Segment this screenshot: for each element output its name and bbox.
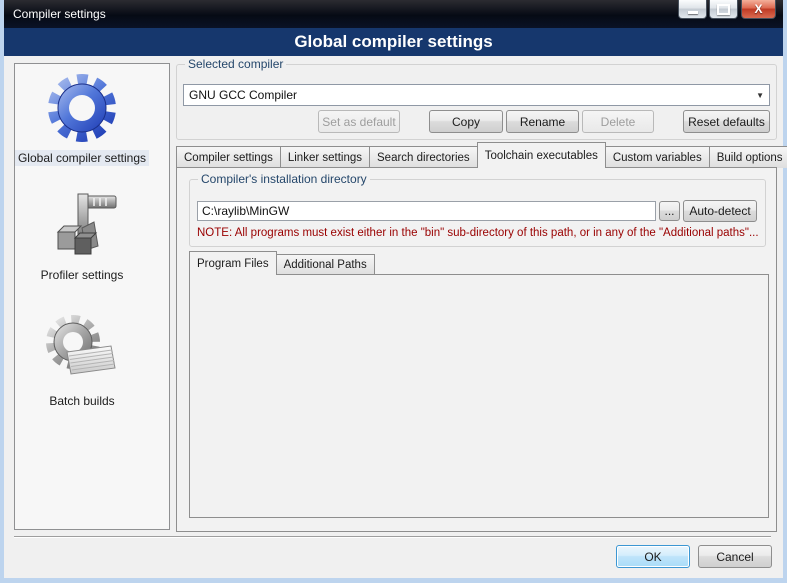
reset-defaults-button[interactable]: Reset defaults [683, 110, 770, 133]
subtab-additional-paths[interactable]: Additional Paths [276, 254, 375, 275]
compiler-select-value: GNU GCC Compiler [189, 88, 297, 102]
sidebar-label-batch-builds[interactable]: Batch builds [4, 394, 160, 408]
auto-detect-button[interactable]: Auto-detect [683, 200, 757, 222]
sidebar-label-profiler-settings[interactable]: Profiler settings [4, 268, 160, 282]
settings-tabstrip: Compiler settings Linker settings Search… [176, 143, 777, 168]
minimize-icon [688, 11, 698, 14]
chevron-down-icon: ▼ [756, 91, 764, 100]
tab-custom-variables[interactable]: Custom variables [605, 146, 710, 168]
install-dir-browse-button[interactable]: ... [659, 201, 680, 221]
tab-toolchain-executables[interactable]: Toolchain executables [477, 142, 606, 168]
maximize-button[interactable] [709, 0, 738, 19]
page-title: Global compiler settings [4, 28, 783, 56]
install-dir-note: NOTE: All programs must exist either in … [197, 227, 759, 239]
tab-compiler-settings[interactable]: Compiler settings [176, 146, 281, 168]
close-button[interactable]: X [741, 0, 776, 19]
program-files-tabstrip: Program Files Additional Paths [189, 252, 374, 275]
compiler-settings-dialog: Compiler settings X Global compiler sett… [0, 0, 787, 583]
delete-button[interactable]: Delete [582, 110, 654, 133]
sidebar-item-profiler-settings[interactable] [4, 188, 160, 268]
window-title: Compiler settings [13, 7, 106, 21]
program-files-panel [189, 274, 769, 518]
close-icon: X [754, 3, 762, 15]
footer-divider [14, 536, 771, 538]
ok-button[interactable]: OK [616, 545, 690, 568]
sidebar-item-batch-builds[interactable] [4, 308, 160, 390]
rename-button[interactable]: Rename [506, 110, 579, 133]
title-bar[interactable]: Compiler settings [4, 0, 783, 28]
gray-gear-stack-icon [41, 308, 123, 390]
compiler-select[interactable]: GNU GCC Compiler ▼ [183, 84, 770, 106]
blue-gear-icon [41, 66, 123, 148]
toolchain-executables-panel: Compiler's installation directory ... Au… [176, 167, 777, 532]
caliper-icon [42, 188, 122, 268]
tab-search-directories[interactable]: Search directories [369, 146, 478, 168]
tab-build-options[interactable]: Build options [709, 146, 787, 168]
minimize-button[interactable] [678, 0, 707, 19]
subtab-program-files[interactable]: Program Files [189, 251, 277, 275]
copy-button[interactable]: Copy [429, 110, 503, 133]
set-as-default-button[interactable]: Set as default [318, 110, 400, 133]
install-dir-input[interactable] [197, 201, 656, 221]
cancel-button[interactable]: Cancel [698, 545, 772, 568]
sidebar-label-global-compiler-settings[interactable]: Global compiler settings [4, 151, 160, 165]
tab-linker-settings[interactable]: Linker settings [280, 146, 370, 168]
install-dir-legend: Compiler's installation directory [198, 172, 370, 186]
maximize-icon [717, 4, 730, 15]
selected-compiler-legend: Selected compiler [185, 57, 286, 71]
sidebar-item-global-compiler-settings[interactable] [4, 66, 160, 148]
